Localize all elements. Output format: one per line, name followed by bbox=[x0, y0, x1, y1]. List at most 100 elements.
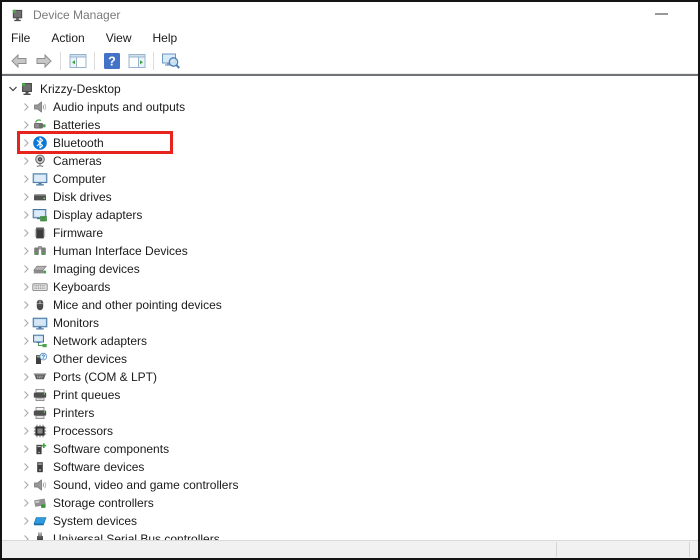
tree-item-label: Storage controllers bbox=[53, 496, 154, 510]
sound-icon bbox=[32, 477, 48, 493]
tree-item-label: Cameras bbox=[53, 154, 102, 168]
tree-item-label: Keyboards bbox=[53, 280, 111, 294]
chevron-right-icon[interactable] bbox=[19, 389, 32, 401]
chevron-right-icon[interactable] bbox=[19, 533, 32, 540]
menu-file[interactable]: File bbox=[11, 31, 30, 45]
network-icon bbox=[32, 333, 48, 349]
system-icon bbox=[32, 513, 48, 529]
window-controls bbox=[646, 2, 676, 26]
tree-item-ports-com-lpt[interactable]: Ports (COM & LPT) bbox=[2, 368, 698, 386]
device-manager-icon bbox=[10, 8, 25, 23]
back-arrow-icon bbox=[9, 51, 29, 71]
chevron-right-icon[interactable] bbox=[19, 461, 32, 473]
tree-item-system-devices[interactable]: System devices bbox=[2, 512, 698, 530]
tree-item-computer[interactable]: Computer bbox=[2, 170, 698, 188]
tree-item-audio-inputs-and-outputs[interactable]: Audio inputs and outputs bbox=[2, 98, 698, 116]
tree-item-label: Krizzy-Desktop bbox=[40, 82, 121, 96]
chevron-right-icon[interactable] bbox=[19, 281, 32, 293]
chevron-right-icon[interactable] bbox=[19, 119, 32, 131]
chevron-right-icon[interactable] bbox=[19, 407, 32, 419]
tree-item-batteries[interactable]: Batteries bbox=[2, 116, 698, 134]
action-pane-icon bbox=[127, 51, 147, 71]
tree-item-label: Processors bbox=[53, 424, 114, 438]
computer-icon bbox=[32, 171, 48, 187]
printer-icon bbox=[32, 405, 48, 421]
tree-item-krizzy-desktop[interactable]: Krizzy-Desktop bbox=[2, 80, 698, 98]
tree-item-imaging-devices[interactable]: Imaging devices bbox=[2, 260, 698, 278]
chevron-right-icon[interactable] bbox=[19, 209, 32, 221]
chevron-right-icon[interactable] bbox=[19, 515, 32, 527]
chevron-down-icon[interactable] bbox=[6, 83, 19, 95]
tree-item-label: Human Interface Devices bbox=[53, 244, 188, 258]
menu-bar: File Action View Help bbox=[2, 28, 698, 48]
chevron-right-icon[interactable] bbox=[19, 245, 32, 257]
help-icon: ? bbox=[102, 51, 122, 71]
menu-view[interactable]: View bbox=[106, 31, 132, 45]
tree-item-label: Audio inputs and outputs bbox=[53, 100, 186, 114]
tree-item-monitors[interactable]: Monitors bbox=[2, 314, 698, 332]
forward-arrow-icon bbox=[34, 51, 54, 71]
chevron-right-icon[interactable] bbox=[19, 425, 32, 437]
tree-item-display-adapters[interactable]: Display adapters bbox=[2, 206, 698, 224]
help-button[interactable]: ? bbox=[99, 49, 124, 73]
tree-item-printers[interactable]: Printers bbox=[2, 404, 698, 422]
show-action-pane-button[interactable] bbox=[124, 49, 149, 73]
statusbar-separator bbox=[689, 542, 690, 557]
tree-item-bluetooth[interactable]: Bluetooth bbox=[2, 131, 698, 154]
tree-item-print-queues[interactable]: Print queues bbox=[2, 386, 698, 404]
device-manager-icon bbox=[19, 81, 35, 97]
show-console-tree-button[interactable] bbox=[65, 49, 90, 73]
tree-item-processors[interactable]: Processors bbox=[2, 422, 698, 440]
tree-item-sound-video-and-game-controllers[interactable]: Sound, video and game controllers bbox=[2, 476, 698, 494]
tree-item-universal-serial-bus-controllers[interactable]: Universal Serial Bus controllers bbox=[2, 530, 698, 540]
ports-icon bbox=[32, 369, 48, 385]
tree-item-human-interface-devices[interactable]: Human Interface Devices bbox=[2, 242, 698, 260]
chevron-right-icon[interactable] bbox=[19, 443, 32, 455]
tree-item-software-components[interactable]: Software components bbox=[2, 440, 698, 458]
toolbar: ? bbox=[2, 48, 698, 74]
display-icon bbox=[32, 207, 48, 223]
chevron-right-icon[interactable] bbox=[19, 299, 32, 311]
processor-icon bbox=[32, 423, 48, 439]
storage-icon bbox=[32, 495, 48, 511]
chevron-right-icon[interactable] bbox=[19, 137, 32, 149]
chevron-right-icon[interactable] bbox=[19, 371, 32, 383]
chevron-right-icon[interactable] bbox=[19, 227, 32, 239]
back-button[interactable] bbox=[6, 49, 31, 73]
tree-item-cameras[interactable]: Cameras bbox=[2, 152, 698, 170]
chevron-right-icon[interactable] bbox=[19, 155, 32, 167]
chevron-right-icon[interactable] bbox=[19, 317, 32, 329]
tree-item-label: Other devices bbox=[53, 352, 128, 366]
tree-item-label: Firmware bbox=[53, 226, 103, 240]
tree-item-disk-drives[interactable]: Disk drives bbox=[2, 188, 698, 206]
firmware-icon bbox=[32, 225, 48, 241]
tree-item-label: Bluetooth bbox=[53, 136, 104, 150]
tree-item-storage-controllers[interactable]: Storage controllers bbox=[2, 494, 698, 512]
chevron-right-icon[interactable] bbox=[19, 173, 32, 185]
forward-button[interactable] bbox=[31, 49, 56, 73]
svg-text:?: ? bbox=[108, 54, 116, 68]
software-component-icon bbox=[32, 441, 48, 457]
tree-item-other-devices[interactable]: ? Other devices bbox=[2, 350, 698, 368]
chevron-right-icon[interactable] bbox=[19, 335, 32, 347]
menu-help[interactable]: Help bbox=[153, 31, 178, 45]
minimize-button[interactable] bbox=[646, 2, 676, 26]
chevron-right-icon[interactable] bbox=[19, 353, 32, 365]
tree-item-firmware[interactable]: Firmware bbox=[2, 224, 698, 242]
chevron-right-icon[interactable] bbox=[19, 263, 32, 275]
tree-item-network-adapters[interactable]: Network adapters bbox=[2, 332, 698, 350]
window-title: Device Manager bbox=[33, 8, 121, 22]
tree-item-label: Display adapters bbox=[53, 208, 143, 222]
chevron-right-icon[interactable] bbox=[19, 497, 32, 509]
device-tree: Krizzy-Desktop Audio inputs and outputs Ba… bbox=[2, 76, 698, 540]
chevron-right-icon[interactable] bbox=[19, 191, 32, 203]
scan-hardware-changes-button[interactable] bbox=[158, 49, 183, 73]
tree-item-mice-and-other-pointing-devices[interactable]: Mice and other pointing devices bbox=[2, 296, 698, 314]
console-tree-icon bbox=[68, 51, 88, 71]
chevron-right-icon[interactable] bbox=[19, 101, 32, 113]
chevron-right-icon[interactable] bbox=[19, 479, 32, 491]
battery-icon bbox=[32, 117, 48, 133]
menu-action[interactable]: Action bbox=[51, 31, 84, 45]
tree-item-keyboards[interactable]: Keyboards bbox=[2, 278, 698, 296]
tree-item-software-devices[interactable]: Software devices bbox=[2, 458, 698, 476]
